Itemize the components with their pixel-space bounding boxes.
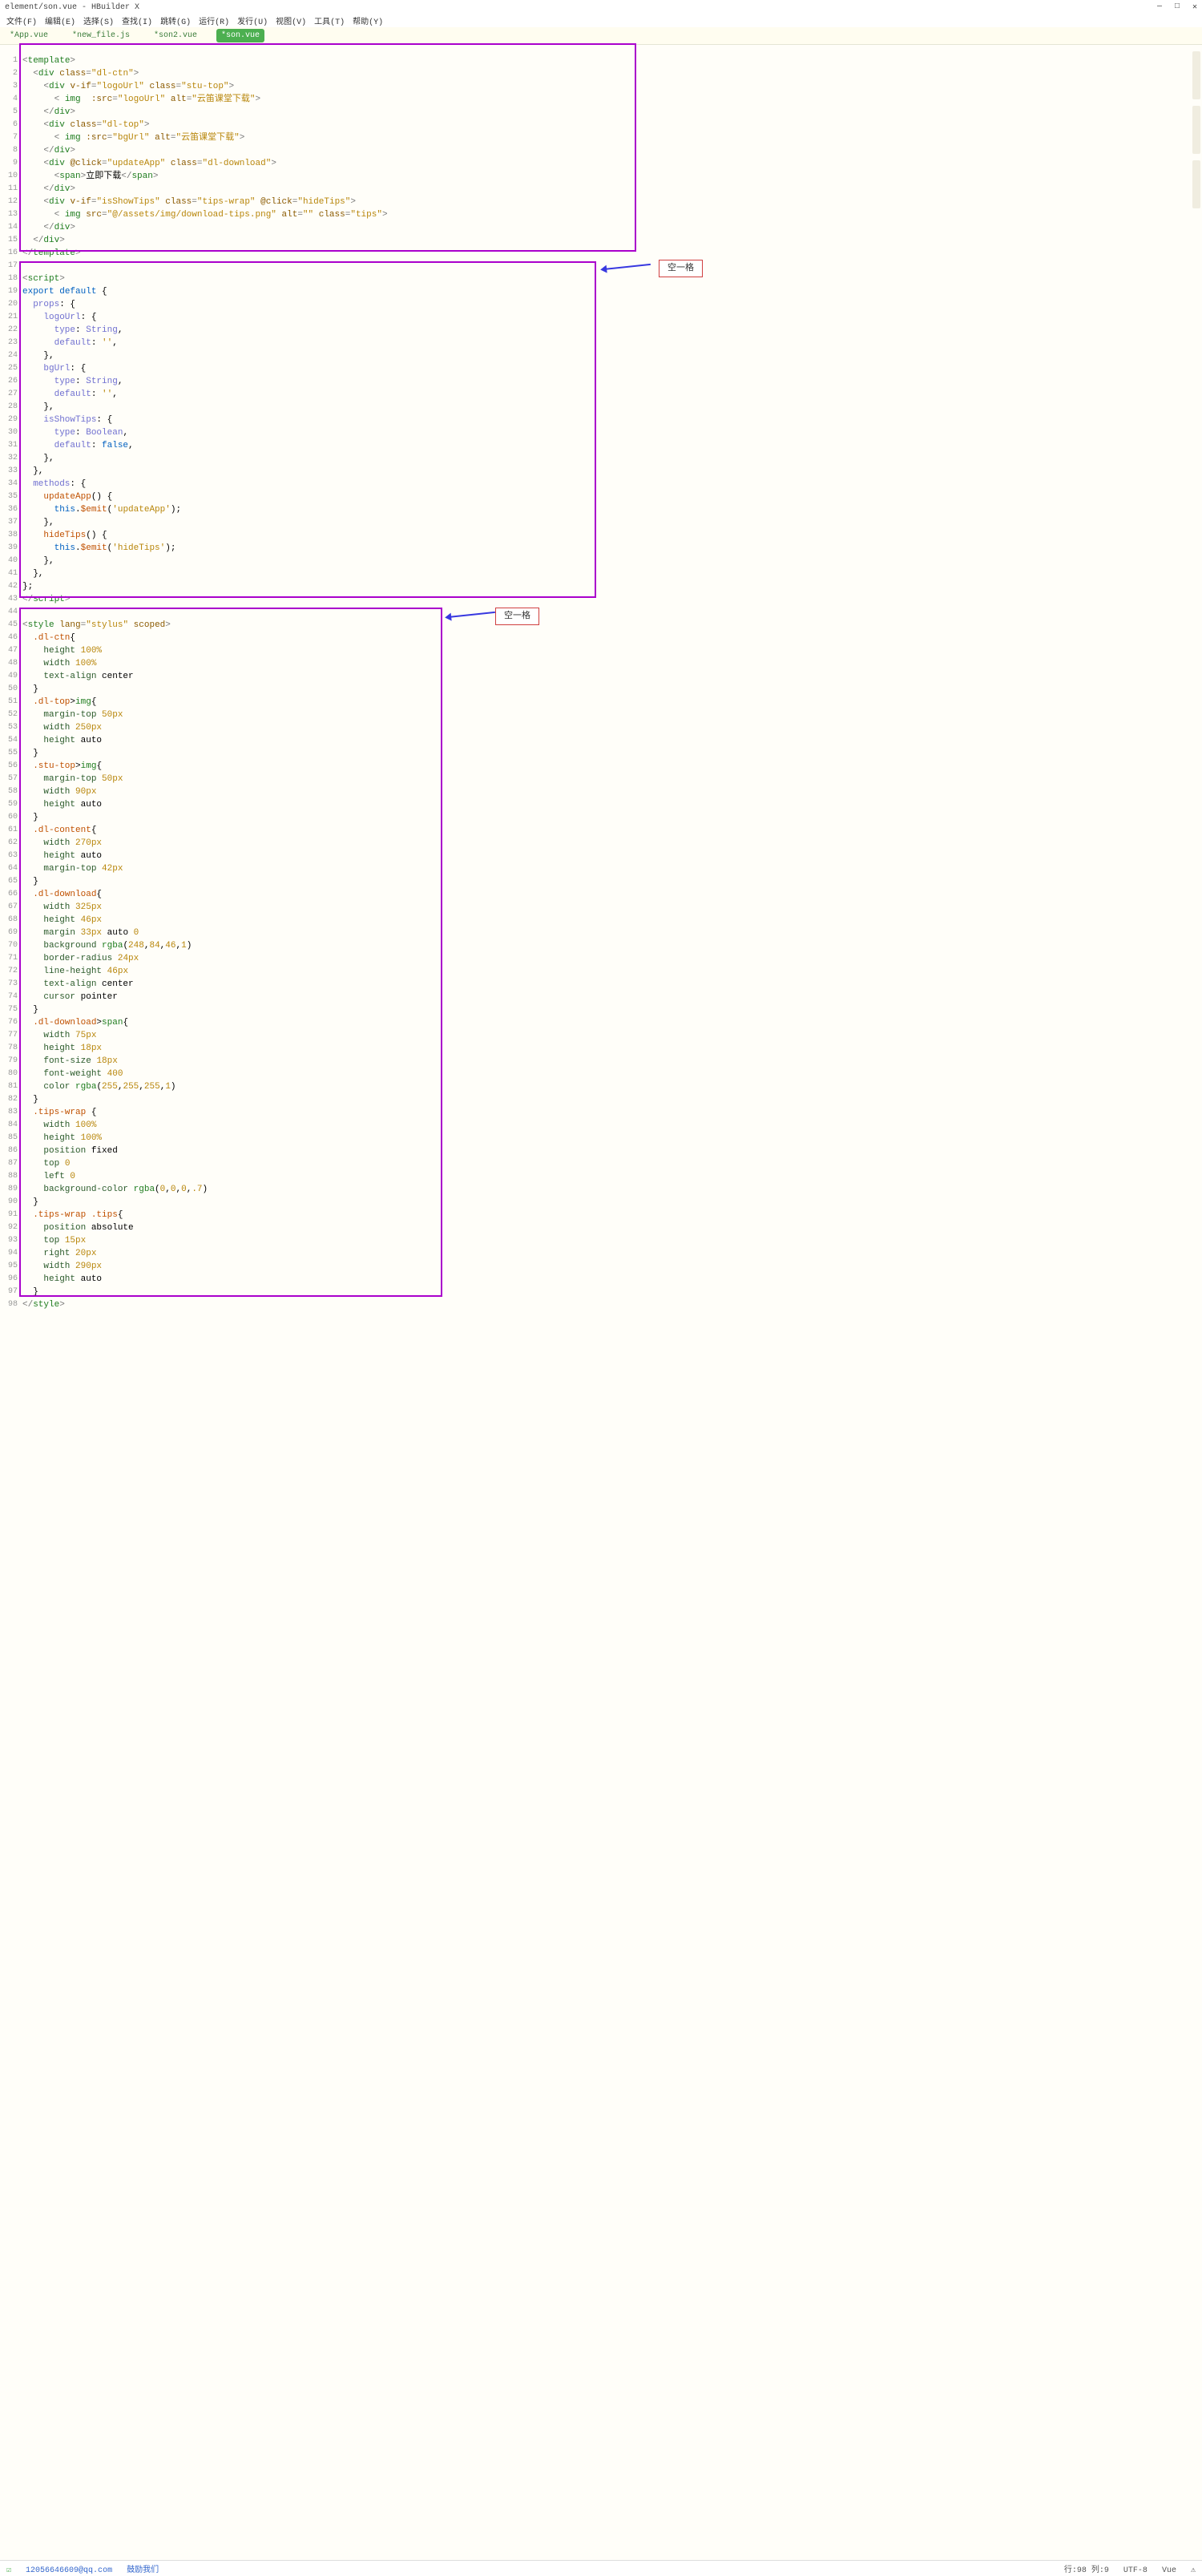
status-email[interactable]: 12056646609@qq.com [26, 2566, 112, 2575]
minimap[interactable] [1191, 45, 1202, 1007]
status-bar: ☑ 12056646609@qq.com 鼓励我们 行:98 列:9 UTF-8… [0, 2560, 1202, 2576]
annotation-badge-2: 空一格 [495, 608, 539, 625]
tab-bar: *App.vue *new_file.js *son2.vue *son.vue [0, 27, 1202, 45]
menu-goto[interactable]: 跳转(G) [160, 14, 191, 27]
code-area[interactable]: <template> <div class="dl-ctn"> <div v-i… [22, 45, 1202, 1311]
title-bar: element/son.vue - HBuilder X — □ ✕ [0, 0, 1202, 14]
status-feedback[interactable]: 鼓励我们 [127, 2566, 159, 2575]
app-title: element/son.vue - HBuilder X [5, 3, 139, 12]
menu-run[interactable]: 运行(R) [199, 14, 229, 27]
menu-select[interactable]: 选择(S) [83, 14, 114, 27]
status-language[interactable]: Vue [1162, 2566, 1176, 2575]
menu-file[interactable]: 文件(F) [6, 14, 37, 27]
status-position[interactable]: 行:98 列:9 [1064, 2566, 1109, 2575]
status-warning-icon[interactable]: ⚠ [1191, 2566, 1196, 2575]
status-icon: ☑ [6, 2566, 11, 2575]
menu-edit[interactable]: 编辑(E) [45, 14, 75, 27]
line-gutter: 1234567891011121314151617181920212223242… [0, 45, 22, 1311]
tab-app[interactable]: *App.vue [5, 29, 53, 42]
tab-newfile[interactable]: *new_file.js [67, 29, 135, 42]
code-editor[interactable]: 1234567891011121314151617181920212223242… [0, 45, 1202, 1311]
tab-son2[interactable]: *son2.vue [149, 29, 202, 42]
menu-bar: 文件(F) 编辑(E) 选择(S) 查找(I) 跳转(G) 运行(R) 发行(U… [0, 14, 1202, 27]
close-button[interactable]: ✕ [1192, 2, 1197, 12]
menu-tools[interactable]: 工具(T) [314, 14, 345, 27]
tab-son[interactable]: *son.vue [216, 29, 264, 42]
status-encoding[interactable]: UTF-8 [1123, 2566, 1148, 2575]
annotation-badge-1: 空一格 [659, 260, 703, 277]
menu-publish[interactable]: 发行(U) [237, 14, 268, 27]
menu-help[interactable]: 帮助(Y) [353, 14, 383, 27]
menu-find[interactable]: 查找(I) [122, 14, 152, 27]
menu-view[interactable]: 视图(V) [276, 14, 306, 27]
minimize-button[interactable]: — [1157, 2, 1162, 12]
maximize-button[interactable]: □ [1175, 2, 1180, 12]
